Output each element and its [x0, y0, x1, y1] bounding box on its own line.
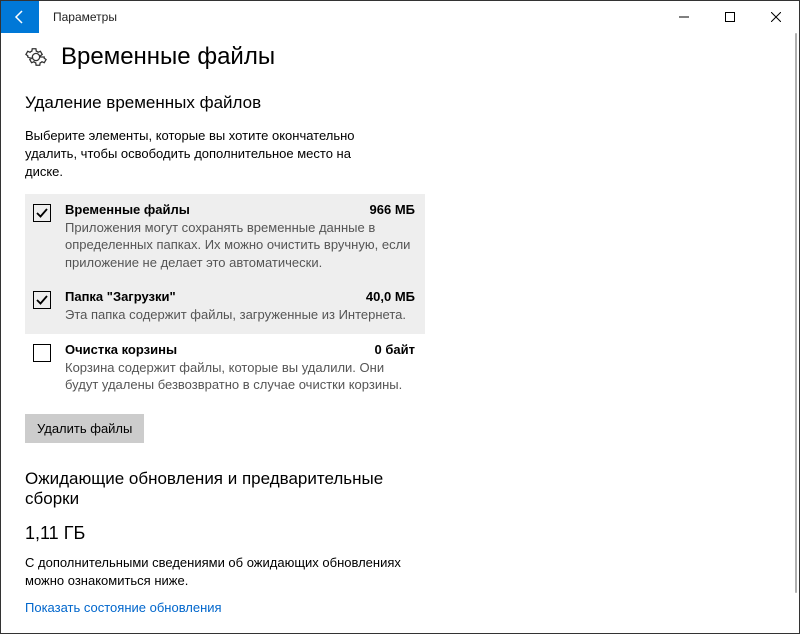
updates-size: 1,11 ГБ — [25, 523, 425, 544]
item-desc: Эта папка содержит файлы, загруженные из… — [65, 306, 415, 324]
item-body: Очистка корзины 0 байт Корзина содержит фа… — [65, 342, 415, 394]
app-title: Параметры — [53, 10, 117, 24]
item-title: Папка "Загрузки" — [65, 289, 176, 304]
page-header: Временные файлы — [25, 43, 775, 71]
list-item[interactable]: Папка "Загрузки" 40,0 МБ Эта папка содержи… — [25, 281, 425, 334]
back-button[interactable] — [1, 1, 39, 33]
titlebar: Параметры — [1, 1, 799, 33]
checkbox[interactable] — [33, 291, 51, 309]
section-delete-title: Удаление временных файлов — [25, 93, 775, 113]
maximize-icon — [725, 12, 735, 22]
check-icon — [36, 294, 48, 306]
page-title: Временные файлы — [61, 43, 275, 71]
item-header: Временные файлы 966 МБ — [65, 202, 415, 217]
content-area: Временные файлы Удаление временных файло… — [1, 33, 799, 635]
section-updates: Ожидающие обновления и предварительные с… — [25, 469, 425, 615]
window-controls — [661, 1, 799, 33]
minimize-icon — [679, 12, 689, 22]
item-title: Очистка корзины — [65, 342, 177, 357]
maximize-button[interactable] — [707, 1, 753, 33]
minimize-button[interactable] — [661, 1, 707, 33]
checkbox[interactable] — [33, 204, 51, 222]
item-desc: Корзина содержит файлы, которые вы удали… — [65, 359, 415, 394]
item-desc: Приложения могут сохранять временные дан… — [65, 219, 415, 272]
delete-files-button[interactable]: Удалить файлы — [25, 414, 144, 443]
check-icon — [36, 207, 48, 219]
scrollbar[interactable] — [795, 33, 797, 593]
temp-files-list: Временные файлы 966 МБ Приложения могут со… — [25, 194, 425, 404]
updates-desc: С дополнительными сведениями об ожидающи… — [25, 554, 425, 590]
item-title: Временные файлы — [65, 202, 190, 217]
item-size: 966 МБ — [370, 202, 415, 217]
list-item[interactable]: Очистка корзины 0 байт Корзина содержит фа… — [25, 334, 425, 404]
show-update-status-link[interactable]: Показать состояние обновления — [25, 600, 222, 615]
gear-icon — [25, 46, 47, 68]
section-delete-desc: Выберите элементы, которые вы хотите око… — [25, 127, 385, 182]
list-item[interactable]: Временные файлы 966 МБ Приложения могут со… — [25, 194, 425, 282]
item-body: Папка "Загрузки" 40,0 МБ Эта папка содержи… — [65, 289, 415, 324]
item-size: 0 байт — [375, 342, 415, 357]
close-button[interactable] — [753, 1, 799, 33]
item-header: Папка "Загрузки" 40,0 МБ — [65, 289, 415, 304]
item-size: 40,0 МБ — [366, 289, 415, 304]
close-icon — [771, 12, 781, 22]
item-header: Очистка корзины 0 байт — [65, 342, 415, 357]
item-body: Временные файлы 966 МБ Приложения могут со… — [65, 202, 415, 272]
arrow-left-icon — [12, 9, 28, 25]
updates-title: Ожидающие обновления и предварительные с… — [25, 469, 425, 509]
checkbox[interactable] — [33, 344, 51, 362]
